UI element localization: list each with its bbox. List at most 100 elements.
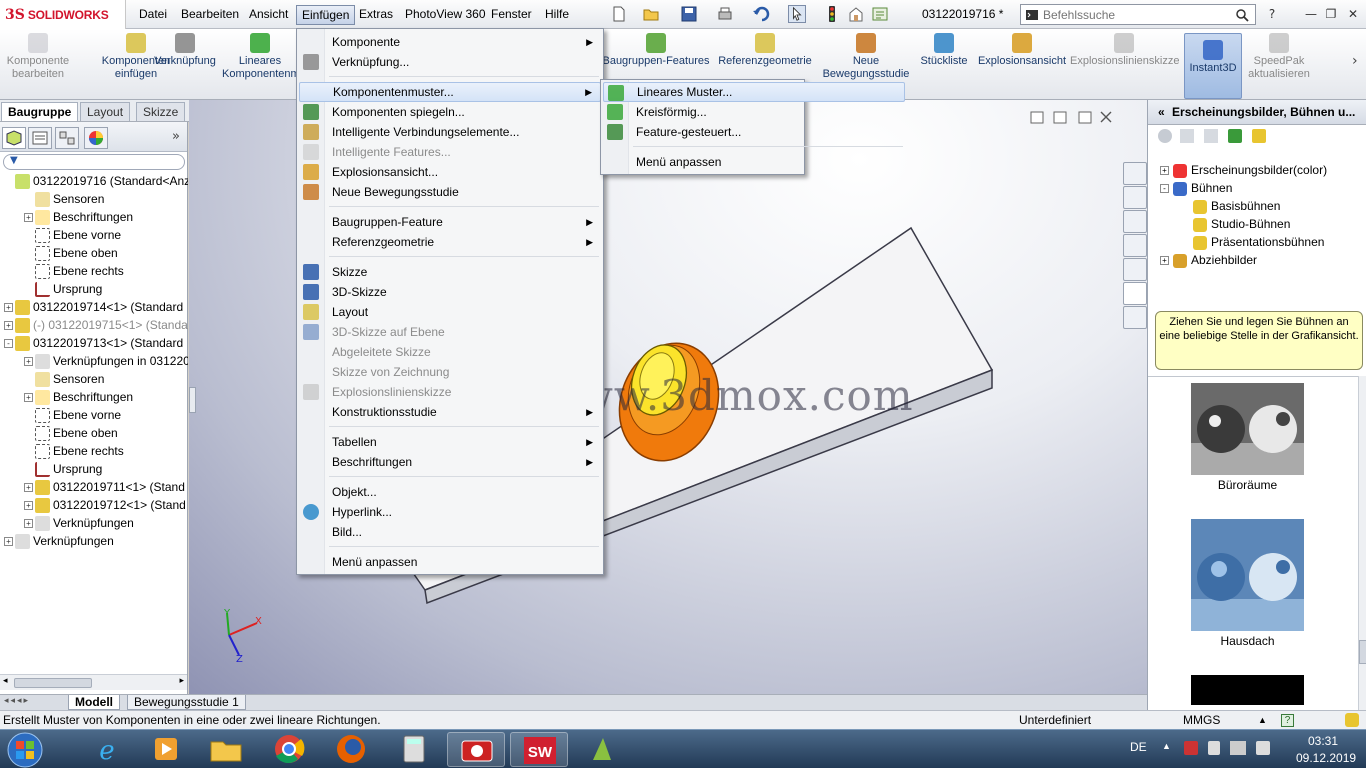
gallery-scrollbar-thumb[interactable] xyxy=(1359,640,1366,664)
menu-item-skizze[interactable]: Skizze xyxy=(299,262,601,282)
feature-manager-tab-icon[interactable] xyxy=(2,127,26,149)
menu-photoview-360[interactable]: PhotoView 360 xyxy=(400,5,491,25)
menu-item-menü-anpassen[interactable]: Menü anpassen xyxy=(603,152,905,172)
app-green-icon[interactable] xyxy=(573,732,631,767)
menu-item-layout[interactable]: Layout xyxy=(299,302,601,322)
tree-item[interactable]: + (-) 03122019715<1> (Standa xyxy=(0,316,188,334)
help-icon[interactable]: ? xyxy=(1281,714,1294,727)
menu-extras[interactable]: Extras xyxy=(354,5,398,25)
ribbon-button-explosionsansicht[interactable]: Explosionsansicht xyxy=(976,33,1068,68)
unit-system[interactable]: MMGS xyxy=(1183,711,1220,729)
ribbon-button-lineares[interactable]: Lineares Komponentenm xyxy=(222,33,300,81)
ribbon-button-referenzgeometrie[interactable]: Referenzgeometrie xyxy=(716,33,814,68)
options-icon[interactable] xyxy=(871,5,889,23)
tab-skizze[interactable]: Skizze xyxy=(136,102,186,121)
tree-expand-toggle-icon[interactable]: + xyxy=(4,321,13,331)
tree-item[interactable]: + Verknüpfungen in 031220 xyxy=(0,352,188,370)
menu-ansicht[interactable]: Ansicht xyxy=(244,5,293,25)
tree-expand-toggle-icon[interactable]: + xyxy=(24,519,33,529)
tray-expand-icon[interactable]: ▲ xyxy=(1162,741,1171,751)
media-player-icon[interactable] xyxy=(137,732,195,767)
refresh-icon[interactable] xyxy=(1228,129,1242,143)
restore-window-button[interactable]: ❐ xyxy=(1322,6,1340,22)
tree-expand-toggle-icon[interactable]: + xyxy=(24,393,33,403)
appearance-tree-item[interactable]: Studio-Bühnen xyxy=(1180,215,1290,233)
units-dropdown-icon[interactable]: ▲ xyxy=(1258,711,1267,729)
tree-item[interactable]: Sensoren xyxy=(0,190,188,208)
close-window-button[interactable]: ✕ xyxy=(1344,6,1362,22)
tree-item[interactable]: + Beschriftungen xyxy=(0,208,188,226)
tree-item[interactable]: Ebene rechts xyxy=(0,442,188,460)
tree-item[interactable]: Ursprung xyxy=(0,280,188,298)
menu-item-beschriftungen[interactable]: Beschriftungen ▶ xyxy=(299,452,601,472)
task-pane-collapse-icon[interactable]: « xyxy=(1158,105,1165,119)
tree-item[interactable]: - 03122019713<1> (Standard xyxy=(0,334,188,352)
folder-icon[interactable] xyxy=(1180,129,1194,143)
filter-funnel-icon[interactable]: ▼ xyxy=(10,155,18,166)
ribbon-button-explosionslinienskizze[interactable]: Explosionslinienskizze xyxy=(1070,33,1179,68)
menu-fenster[interactable]: Fenster xyxy=(486,5,537,25)
tree-expand-toggle-icon[interactable]: + xyxy=(4,303,13,313)
menu-item-baugruppen-feature[interactable]: Baugruppen-Feature ▶ xyxy=(299,212,601,232)
scrollbar-thumb[interactable] xyxy=(14,678,92,688)
tree-item[interactable]: Ebene oben xyxy=(0,244,188,262)
menu-item-feature-gesteuert[interactable]: Feature-gesteuert... xyxy=(603,122,905,142)
scene-thumbnail[interactable] xyxy=(1191,675,1304,705)
menu-item-komponenten-spiegeln[interactable]: Komponenten spiegeln... xyxy=(299,102,601,122)
tree-expand-toggle-icon[interactable]: + xyxy=(4,537,13,547)
open-folder-icon[interactable] xyxy=(642,5,660,23)
solidworks-taskbar-icon[interactable]: SW xyxy=(510,732,568,767)
scroll-left-icon[interactable]: ◂ xyxy=(3,676,8,686)
ribbon-overflow-icon[interactable]: › xyxy=(1352,53,1358,69)
ribbon-button-baugruppen-features[interactable]: Baugruppen-Features xyxy=(600,33,712,68)
appearances-tab-icon[interactable] xyxy=(1123,282,1147,305)
input-language[interactable]: DE xyxy=(1130,740,1147,754)
snipping-tool-icon[interactable] xyxy=(447,732,505,767)
calculator-icon[interactable] xyxy=(385,732,443,767)
menu-item-lineares-muster[interactable]: Lineares Muster... xyxy=(603,82,905,102)
tree-item[interactable]: Ebene vorne xyxy=(0,406,188,424)
menu-item-tabellen[interactable]: Tabellen ▶ xyxy=(299,432,601,452)
file-explorer-icon[interactable] xyxy=(197,732,255,767)
menu-einfügen[interactable]: Einfügen xyxy=(296,5,356,25)
tree-expand-toggle-icon[interactable]: + xyxy=(24,357,33,367)
ribbon-button-komponente[interactable]: Komponente bearbeiten xyxy=(4,33,72,81)
tree-expand-toggle-icon[interactable]: - xyxy=(1160,184,1169,194)
tree-horizontal-scrollbar[interactable]: ◂ ▸ xyxy=(0,674,187,690)
undo-icon[interactable] xyxy=(752,5,770,23)
scene-thumbnail[interactable]: Hausdach xyxy=(1191,519,1304,648)
search-icon[interactable] xyxy=(1235,8,1249,22)
new-document-icon[interactable] xyxy=(610,5,628,23)
ribbon-button-verknüpfung[interactable]: Verknüpfung xyxy=(152,33,218,68)
menu-item-komponentenmuster[interactable]: Komponentenmuster... ▶ xyxy=(299,82,601,102)
back-icon[interactable] xyxy=(1158,129,1172,143)
tree-item[interactable]: + Verknüpfungen xyxy=(0,514,188,532)
tree-expand-toggle-icon[interactable]: - xyxy=(4,339,13,349)
appearance-tree-item[interactable]: + Abziehbilder xyxy=(1160,251,1257,269)
solidworks-resources-tab-icon[interactable] xyxy=(1123,162,1147,185)
action-center-icon[interactable] xyxy=(1184,741,1198,755)
menu-hilfe[interactable]: Hilfe xyxy=(540,5,574,25)
configuration-manager-tab-icon[interactable] xyxy=(55,127,79,149)
scroll-right-icon[interactable]: ▸ xyxy=(179,676,184,686)
menu-item-neue-bewegungsstudie[interactable]: Neue Bewegungsstudie xyxy=(299,182,601,202)
print-icon[interactable] xyxy=(716,5,734,23)
gallery-vertical-scrollbar[interactable] xyxy=(1358,376,1366,710)
tree-expand-toggle-icon[interactable]: + xyxy=(1160,256,1169,266)
save-icon[interactable] xyxy=(680,5,698,23)
menu-item-3d-skizze[interactable]: 3D-Skizze xyxy=(299,282,601,302)
ribbon-button-neue[interactable]: Neue Bewegungsstudie xyxy=(820,33,912,81)
scene-thumbnail[interactable]: Büroräume xyxy=(1191,383,1304,492)
design-library-tab-icon[interactable] xyxy=(1123,210,1147,233)
notification-icon[interactable] xyxy=(1345,713,1359,727)
menu-item-kreisförmig[interactable]: Kreisförmig... xyxy=(603,102,905,122)
internet-explorer-icon[interactable]: e xyxy=(78,732,136,767)
menu-item-hyperlink[interactable]: Hyperlink... xyxy=(299,502,601,522)
panel-expand-icon[interactable]: » xyxy=(172,129,180,144)
appearance-tree-item[interactable]: Präsentationsbühnen xyxy=(1180,233,1324,251)
home-tab-icon[interactable] xyxy=(1123,186,1147,209)
ribbon-button-stückliste[interactable]: Stückliste xyxy=(916,33,972,68)
minimize-window-button[interactable]: — xyxy=(1302,6,1320,22)
appearance-tree-item[interactable]: Basisbühnen xyxy=(1180,197,1280,215)
appearance-tree-item[interactable]: - Bühnen xyxy=(1160,179,1232,197)
